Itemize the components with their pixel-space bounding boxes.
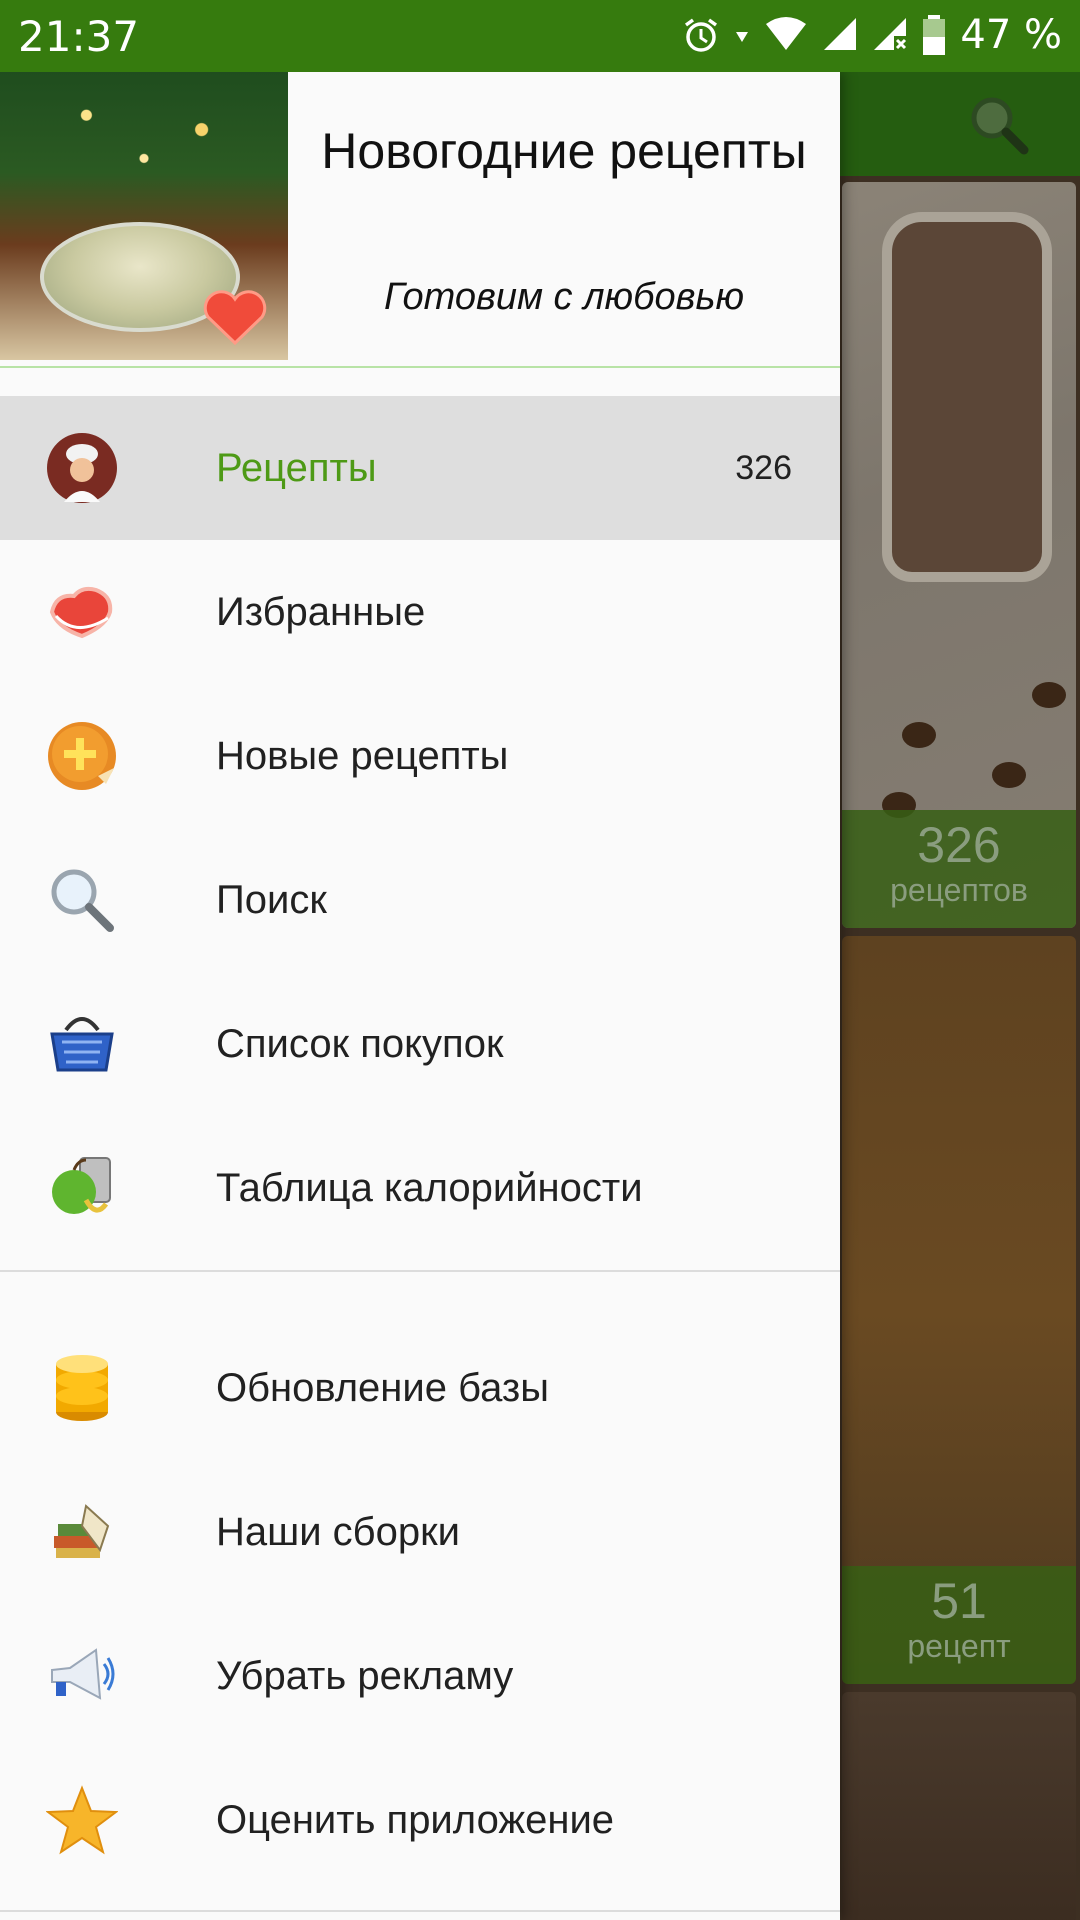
drawer-menu: Рецепты 326 Избранные Новые рецепты Поис… <box>0 396 840 1892</box>
heart-logo-icon <box>203 290 267 346</box>
menu-item-remove-ads[interactable]: Убрать рекламу <box>0 1604 840 1748</box>
coffee-bean <box>902 722 936 748</box>
status-time: 21:37 <box>18 12 140 61</box>
navigation-drawer: Новогодние рецепты Готовим с любовью Рец… <box>0 72 840 1920</box>
apple-calculator-icon <box>52 1157 111 1214</box>
basket-icon <box>50 1017 114 1072</box>
battery-icon <box>923 15 946 55</box>
category-count-word: рецептов <box>890 872 1028 908</box>
books-icon <box>54 1504 110 1558</box>
menu-item-label: Обновление базы <box>216 1365 549 1410</box>
magnifier-icon <box>51 869 114 932</box>
category-card[interactable]: 51 рецепт <box>842 936 1076 1684</box>
menu-item-label: Оценить приложение <box>216 1797 615 1842</box>
coffee-jar-image <box>882 212 1052 582</box>
signal-icon <box>824 18 857 50</box>
menu-item-label: Убрать рекламу <box>216 1653 514 1698</box>
category-count-word: рецепт <box>907 1628 1011 1664</box>
star-icon <box>46 1785 118 1855</box>
menu-item-search[interactable]: Поиск <box>0 828 840 972</box>
category-count-band: 51 рецепт <box>842 1566 1076 1684</box>
menu-item-label: Поиск <box>216 877 327 922</box>
wifi-icon <box>766 17 807 50</box>
search-icon[interactable] <box>966 92 1030 156</box>
category-count: 51 <box>931 1573 987 1629</box>
alarm-icon <box>685 18 718 52</box>
menu-item-recipes[interactable]: Рецепты 326 <box>0 396 840 540</box>
database-icon <box>56 1355 108 1421</box>
header-food-image <box>0 72 288 360</box>
category-count-band: 326 рецептов <box>842 810 1076 928</box>
coffee-bean <box>992 762 1026 788</box>
plus-badge-icon <box>48 722 116 790</box>
signal-noservice-icon <box>874 18 907 50</box>
menu-item-label: Рецепты <box>216 445 377 490</box>
category-card[interactable]: 326 рецептов <box>842 182 1076 928</box>
megaphone-icon <box>51 1648 115 1700</box>
header-divider <box>0 366 840 368</box>
menu-item-our-builds[interactable]: Наши сборки <box>0 1460 840 1604</box>
drawer-subtitle: Готовим с любовью <box>383 276 745 318</box>
heart-icon <box>49 586 113 639</box>
menu-item-favorites[interactable]: Избранные <box>0 540 840 684</box>
battery-percent: 47 % <box>960 12 1062 58</box>
category-card[interactable] <box>842 1692 1076 1920</box>
menu-item-label: Новые рецепты <box>216 733 509 778</box>
menu-item-update-database[interactable]: Обновление базы <box>0 1316 840 1460</box>
status-bar: 21:37 47 % <box>0 0 1080 72</box>
drawer-title: Новогодние рецепты <box>321 123 807 179</box>
data-arrow-icon <box>736 32 749 42</box>
category-count: 326 <box>917 817 1001 873</box>
menu-item-label: Список покупок <box>216 1021 504 1066</box>
drawer-header: Новогодние рецепты Готовим с любовью <box>0 72 840 366</box>
coffee-bean <box>1032 682 1066 708</box>
recipes-count: 326 <box>735 448 792 487</box>
menu-item-shopping-list[interactable]: Список покупок <box>0 972 840 1116</box>
status-icons: 47 % <box>682 12 1062 58</box>
menu-item-calorie-table[interactable]: Таблица калорийности <box>0 1116 840 1260</box>
chef-icon <box>47 433 117 503</box>
menu-item-new-recipes[interactable]: Новые рецепты <box>0 684 840 828</box>
menu-item-label: Наши сборки <box>216 1509 460 1554</box>
menu-item-label: Таблица калорийности <box>216 1165 643 1210</box>
menu-item-label: Избранные <box>216 589 426 634</box>
menu-bottom-divider <box>0 1910 840 1912</box>
menu-divider <box>0 1270 840 1272</box>
menu-item-rate-app[interactable]: Оценить приложение <box>0 1748 840 1892</box>
